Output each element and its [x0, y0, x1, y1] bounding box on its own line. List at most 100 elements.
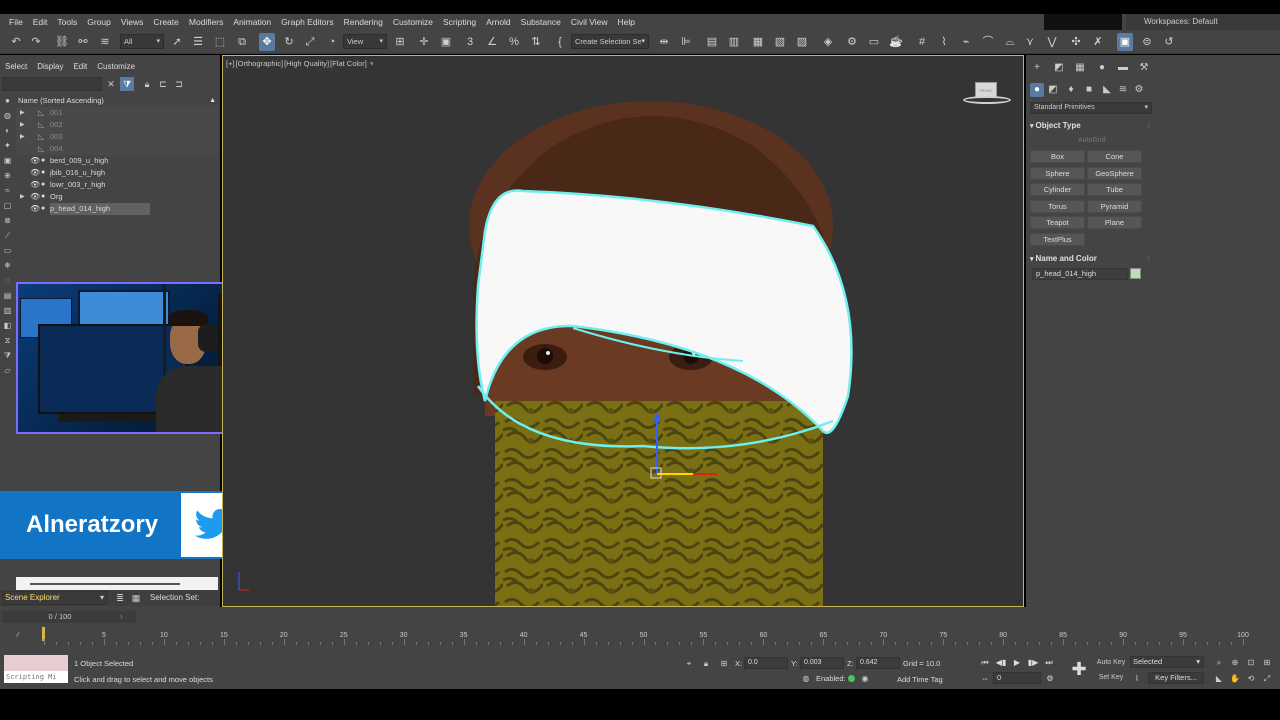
- chat-icon[interactable]: ▱: [1, 365, 14, 377]
- create-torus-button[interactable]: Torus: [1030, 199, 1085, 213]
- display-all-toggle-icon[interactable]: ▤: [1, 290, 14, 302]
- timeline-ruler[interactable]: ⁄⁄ 5 10 15 20 25 30 35 40 45 50 55 60 65 70 75 80 85 90 95…: [0, 625, 1280, 647]
- visibility-eye-icon[interactable]: 👁︎: [30, 167, 40, 179]
- display-all-icon[interactable]: ●: [1, 95, 14, 107]
- time-slider-next-icon[interactable]: ›: [120, 611, 123, 623]
- menu-animation[interactable]: Animation: [228, 14, 276, 30]
- maxscript-listener-input[interactable]: Scripting Mi: [4, 671, 68, 683]
- layer-add-icon[interactable]: ⊐: [172, 77, 186, 91]
- selection-lock-icon[interactable]: 🔒︎: [700, 658, 712, 670]
- filter-toggle-icon[interactable]: ⧩: [120, 77, 134, 91]
- menu-substance[interactable]: Substance: [516, 14, 566, 30]
- render-setup-icon[interactable]: ⚙: [844, 33, 860, 51]
- object-color-swatch[interactable]: [1130, 268, 1141, 279]
- expand-arrow-icon[interactable]: ▶: [20, 131, 25, 143]
- object-row[interactable]: 👁︎ ● lowr_003_r_high: [16, 179, 218, 191]
- toggle-layer-explorer-icon[interactable]: ▥: [726, 33, 742, 51]
- current-frame-input[interactable]: 0: [993, 672, 1041, 684]
- hierarchy-tab-icon[interactable]: ▦: [1073, 61, 1087, 75]
- zoom-extents-all-icon[interactable]: ⊞: [1261, 657, 1273, 669]
- display-geometry-icon[interactable]: ◍: [1, 110, 14, 122]
- percent-snap-icon[interactable]: %: [506, 33, 522, 51]
- arnold-tool-1-icon[interactable]: ⌇: [936, 33, 952, 51]
- visibility-eye-icon[interactable]: 👁︎: [30, 191, 40, 203]
- reference-coordinate-dropdown[interactable]: View: [343, 34, 387, 49]
- autogrid-checkbox[interactable]: AutoGrid: [1078, 137, 1106, 144]
- y-coordinate-input[interactable]: 0.003: [800, 657, 844, 669]
- time-tag-icon[interactable]: ◉: [859, 673, 871, 685]
- select-manipulate-icon[interactable]: ✛: [416, 33, 432, 51]
- systems-category-icon[interactable]: ⚙: [1132, 83, 1146, 97]
- material-editor-icon[interactable]: ◈: [820, 33, 836, 51]
- zoom-icon[interactable]: ⌕: [1213, 657, 1225, 669]
- display-frozen-icon[interactable]: ❄: [1, 260, 14, 272]
- trackbar-toggle-icon[interactable]: ⁄⁄: [17, 632, 19, 639]
- rendered-frame-window-icon[interactable]: ▭: [866, 33, 882, 51]
- layer-row[interactable]: ▶ ◺ 002: [16, 119, 218, 131]
- create-tube-button[interactable]: Tube: [1087, 183, 1142, 197]
- enabled-status-icon[interactable]: [848, 675, 855, 682]
- object-type-rollout-header[interactable]: Object Type ⁝: [1030, 120, 1150, 132]
- pan-view-icon[interactable]: ✋: [1229, 673, 1241, 685]
- menu-tools[interactable]: Tools: [52, 14, 82, 30]
- select-and-scale-icon[interactable]: ⤢: [302, 33, 318, 51]
- scene-explorer-menu-select[interactable]: Select: [0, 59, 32, 75]
- viewport-layout-icon[interactable]: ▣: [1117, 33, 1133, 51]
- spacewarps-category-icon[interactable]: ≋: [1116, 83, 1130, 97]
- scene-explorer-menu-display[interactable]: Display: [32, 59, 68, 75]
- create-geosphere-button[interactable]: GeoSphere: [1087, 166, 1142, 180]
- hierarchy-icon[interactable]: ⊏: [156, 77, 170, 91]
- named-selection-dropdown[interactable]: Create Selection Se: [571, 34, 649, 49]
- layer-row[interactable]: ▶ ◺ 003: [16, 131, 218, 143]
- geometry-category-icon[interactable]: ●: [1030, 83, 1044, 97]
- display-xrefs-icon[interactable]: ⊗: [1, 215, 14, 227]
- display-spacewarps-icon[interactable]: ≈: [1, 185, 14, 197]
- sync-icon[interactable]: ↺: [1161, 33, 1177, 51]
- keyboard-shortcut-override-icon[interactable]: ▣: [438, 33, 454, 51]
- go-to-end-icon[interactable]: ⏭: [1042, 656, 1056, 669]
- select-and-move-icon[interactable]: ✥: [259, 33, 275, 51]
- create-teapot-button[interactable]: Teapot: [1030, 216, 1085, 230]
- field-of-view-icon[interactable]: ◣: [1213, 673, 1225, 685]
- sort-ascending-icon[interactable]: ▲: [209, 95, 216, 107]
- arnold-tool-7-icon[interactable]: ✣: [1068, 33, 1084, 51]
- create-textplus-button[interactable]: TextPlus: [1030, 233, 1085, 246]
- substance-tool-icon[interactable]: #: [914, 33, 930, 51]
- head-model[interactable]: [469, 101, 853, 607]
- zoom-extents-icon[interactable]: ⊡: [1245, 657, 1257, 669]
- snaps-toggle-icon[interactable]: 3: [462, 33, 478, 51]
- z-coordinate-input[interactable]: 0.642: [856, 657, 900, 669]
- display-invert-icon[interactable]: ◧: [1, 320, 14, 332]
- layer-row[interactable]: ▶ ◺ 001: [16, 107, 218, 119]
- menu-civil-view[interactable]: Civil View: [566, 14, 613, 30]
- create-box-button[interactable]: Box: [1030, 150, 1085, 163]
- visibility-eye-icon[interactable]: 👁︎: [30, 155, 40, 167]
- scene-explorer-search-input[interactable]: [2, 77, 102, 91]
- menu-scripting[interactable]: Scripting: [438, 14, 481, 30]
- shapes-category-icon[interactable]: ◩: [1046, 83, 1060, 97]
- scene-explorer-dropdown[interactable]: Scene Explorer: [2, 591, 108, 605]
- display-helpers-icon[interactable]: ⊕: [1, 170, 14, 182]
- sync-selection-icon[interactable]: ⧖: [1, 335, 14, 347]
- tree-column-header[interactable]: Name (Sorted Ascending) ▲: [16, 95, 218, 107]
- orbit-icon[interactable]: ⟲: [1245, 673, 1257, 685]
- scene-explorer-menu-customize[interactable]: Customize: [92, 59, 140, 75]
- clear-search-icon[interactable]: ✕: [104, 77, 118, 91]
- align-icon[interactable]: ⊫: [678, 33, 694, 51]
- select-object-icon[interactable]: ➚: [169, 33, 185, 51]
- time-configuration-icon[interactable]: ⚙: [1043, 672, 1057, 685]
- scene-explorer-menu-edit[interactable]: Edit: [68, 59, 92, 75]
- motion-tab-icon[interactable]: ●: [1095, 61, 1109, 75]
- maximize-viewport-icon[interactable]: ⤢: [1261, 673, 1273, 685]
- reset-icon[interactable]: ⊜: [1139, 33, 1155, 51]
- window-crossing-icon[interactable]: ⧉: [234, 33, 250, 51]
- spinner-snap-icon[interactable]: ⇅: [528, 33, 544, 51]
- select-and-place-icon[interactable]: ◔: [324, 33, 340, 51]
- display-shapes-icon[interactable]: ◐: [1, 125, 14, 137]
- modify-tab-icon[interactable]: ◩: [1052, 61, 1066, 75]
- toggle-scene-explorer-icon[interactable]: ▤: [704, 33, 720, 51]
- menu-group[interactable]: Group: [82, 14, 116, 30]
- go-to-start-icon[interactable]: ⏮: [978, 656, 992, 669]
- menu-modifiers[interactable]: Modifiers: [184, 14, 228, 30]
- undo-icon[interactable]: ↶: [8, 33, 24, 51]
